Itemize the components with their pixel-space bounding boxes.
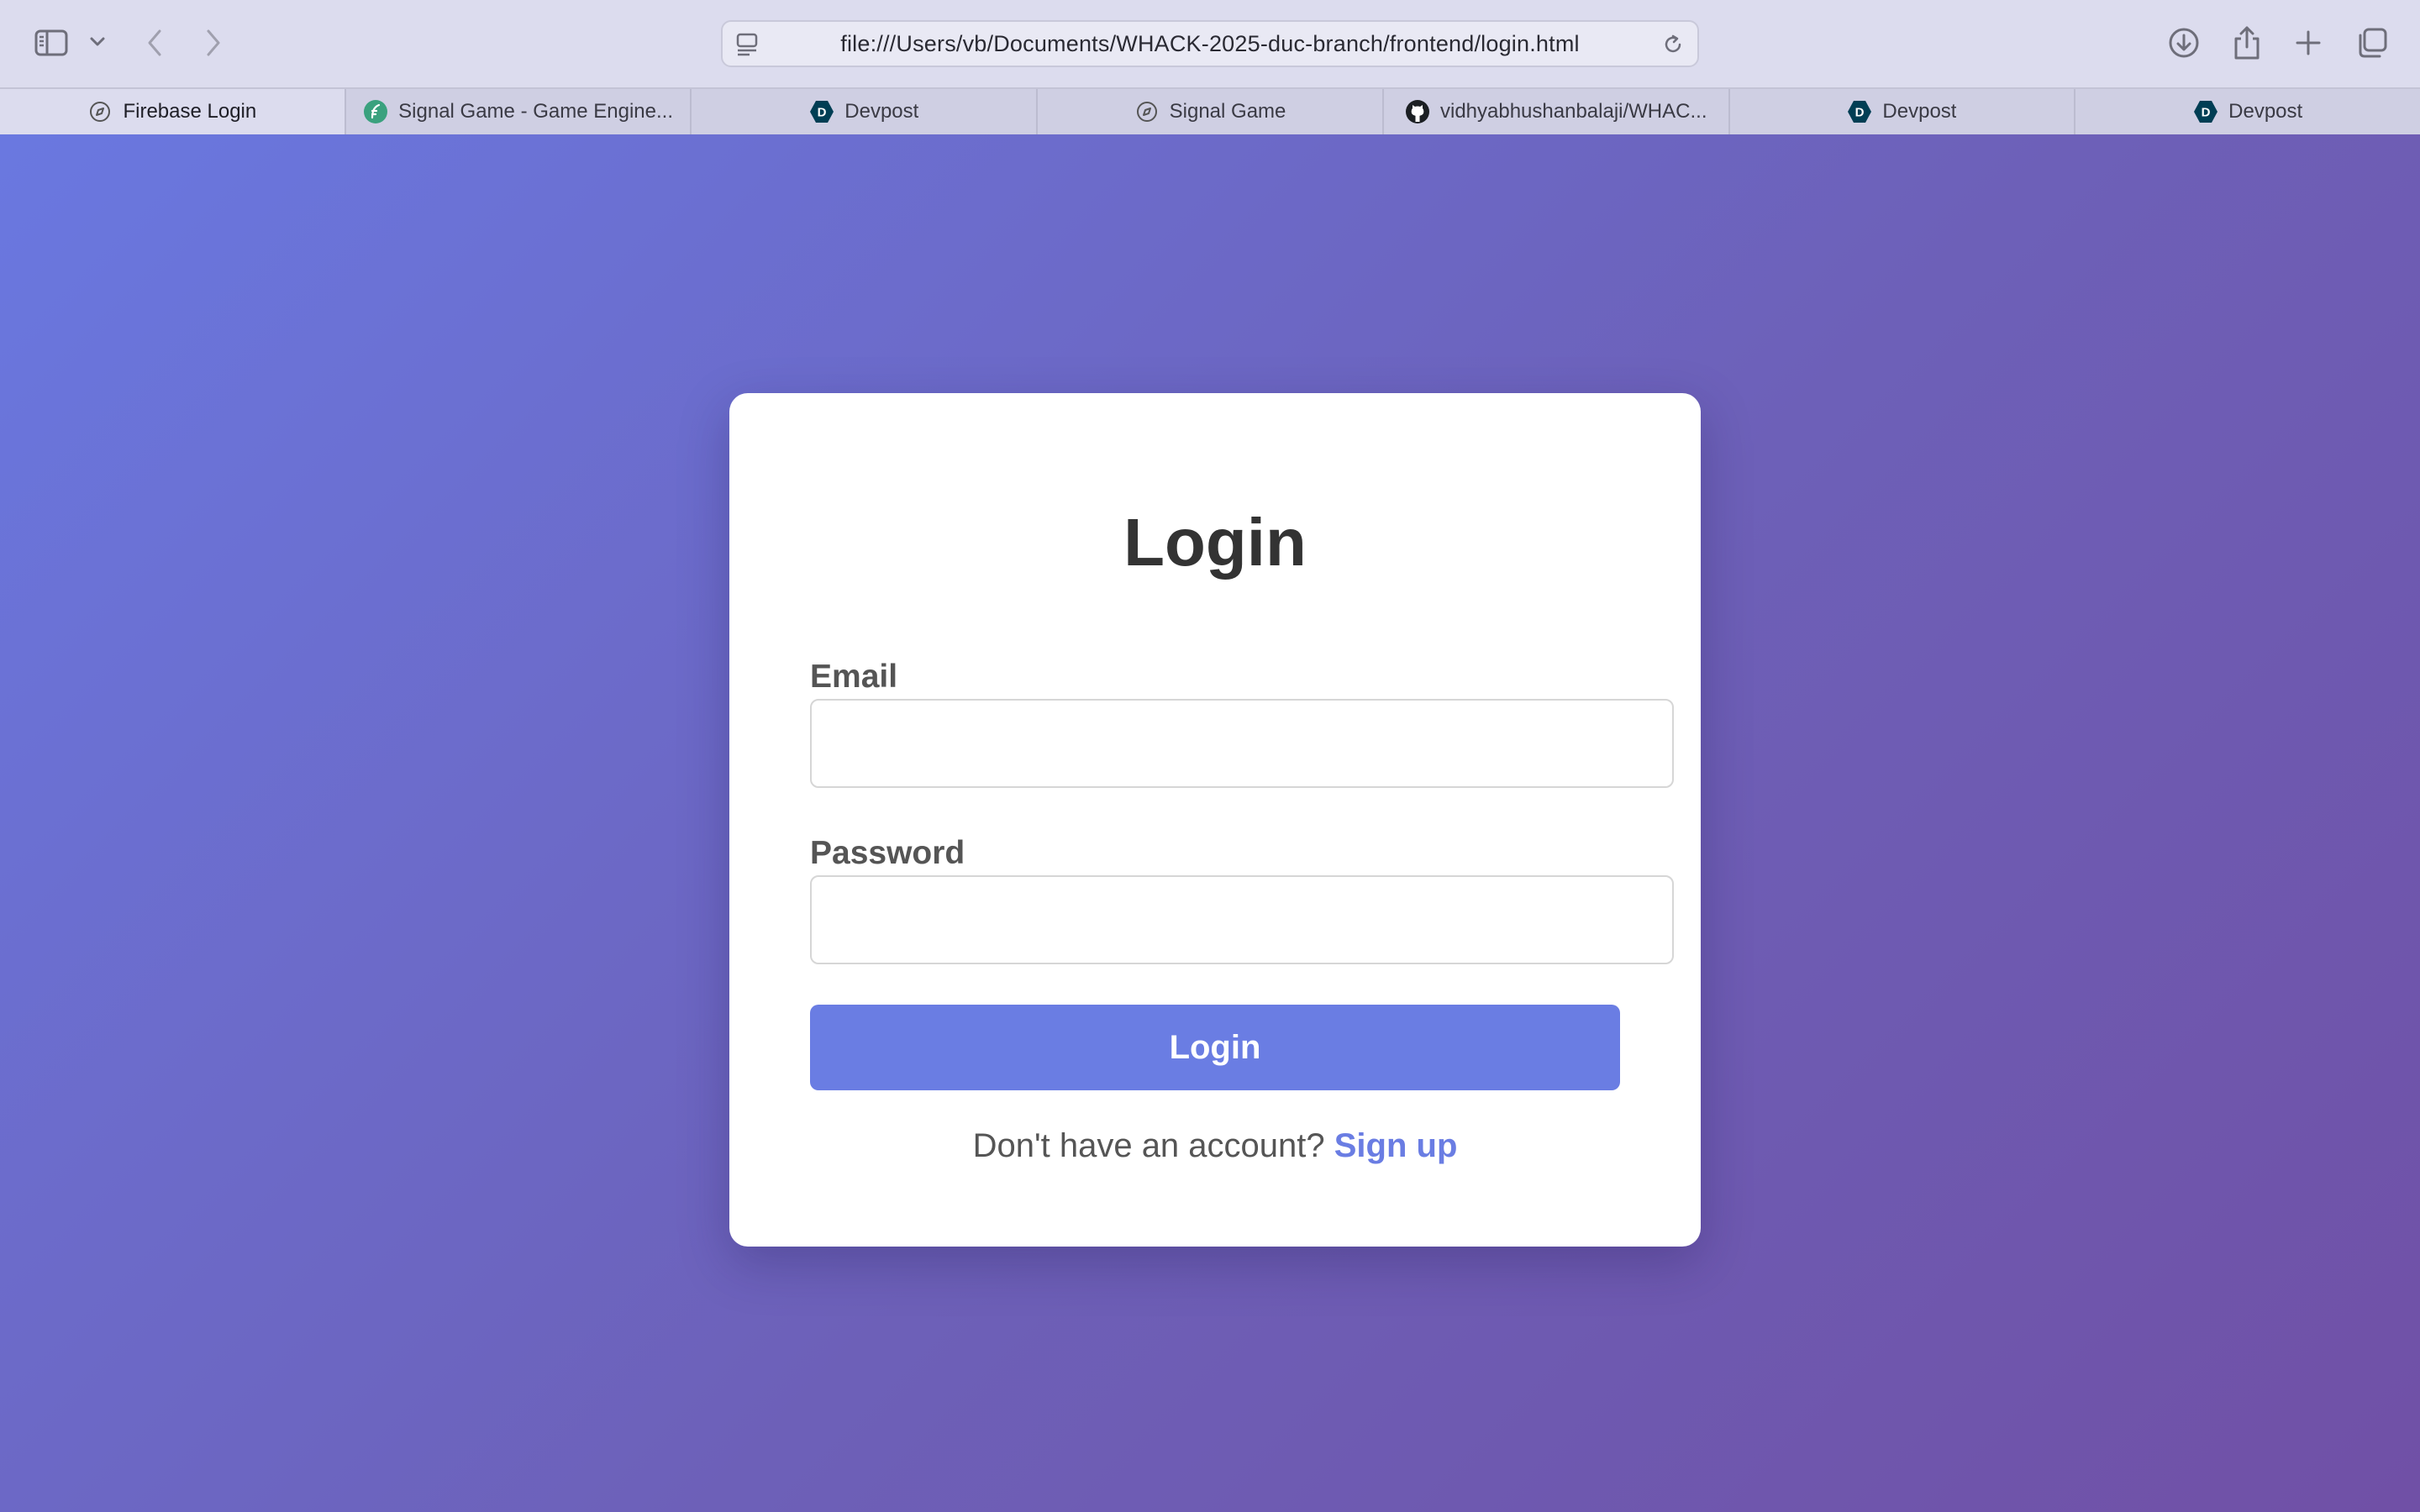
signup-link[interactable]: Sign up xyxy=(1334,1127,1458,1164)
address-bar[interactable]: file:///Users/vb/Documents/WHACK-2025-du… xyxy=(721,20,1699,67)
compass-icon xyxy=(87,99,113,124)
svg-text:D: D xyxy=(2202,106,2211,120)
signup-row: Don't have an account? Sign up xyxy=(729,1129,1701,1163)
svg-text:D: D xyxy=(1855,106,1865,120)
tab-signal-game[interactable]: Signal Game xyxy=(1038,89,1384,134)
github-icon xyxy=(1405,99,1430,124)
password-field[interactable] xyxy=(810,875,1674,964)
devpost-icon: D xyxy=(1847,99,1872,124)
login-card: Login Email Password Login Don't have an… xyxy=(729,393,1701,1247)
login-title: Login xyxy=(1123,505,1307,580)
tab-label: Devpost xyxy=(1882,100,1957,123)
chevron-left-icon[interactable] xyxy=(141,25,168,60)
chevron-right-icon[interactable] xyxy=(200,25,227,60)
tab-signal-game-engine[interactable]: Signal Game - Game Engine... xyxy=(346,89,692,134)
plus-icon[interactable] xyxy=(2292,27,2324,59)
email-field[interactable] xyxy=(810,699,1674,788)
page-background: Login Email Password Login Don't have an… xyxy=(0,134,2420,1512)
tab-overview-icon[interactable] xyxy=(2354,25,2390,60)
signup-prompt: Don't have an account? xyxy=(972,1127,1334,1164)
tab-label: Firebase Login xyxy=(123,100,257,123)
tab-label: Signal Game - Game Engine... xyxy=(398,100,673,123)
reload-icon[interactable] xyxy=(1660,32,1686,57)
tab-label: vidhyabhushanbalaji/WHAC... xyxy=(1439,100,1707,123)
compass-icon xyxy=(1134,99,1160,124)
email-label: Email xyxy=(810,659,898,695)
chevron-down-icon[interactable] xyxy=(87,32,108,52)
tab-devpost-1[interactable]: D Devpost xyxy=(692,89,1039,134)
tab-label: Devpost xyxy=(844,100,919,123)
tab-bar: Firebase Login Signal Game - Game Engine… xyxy=(0,87,2420,134)
tab-label: Devpost xyxy=(2228,100,2303,123)
devpost-icon: D xyxy=(809,99,834,124)
tab-github-repo[interactable]: vidhyabhushanbalaji/WHAC... xyxy=(1384,89,1730,134)
feather-icon xyxy=(363,99,388,124)
url-text: file:///Users/vb/Documents/WHACK-2025-du… xyxy=(840,30,1580,56)
login-button[interactable]: Login xyxy=(810,1005,1620,1090)
svg-text:D: D xyxy=(818,106,827,120)
sidebar-icon[interactable] xyxy=(32,25,71,60)
tab-devpost-2[interactable]: D Devpost xyxy=(1730,89,2076,134)
download-icon[interactable] xyxy=(2166,25,2202,60)
tab-firebase-login[interactable]: Firebase Login xyxy=(0,89,346,134)
tab-label: Signal Game xyxy=(1169,100,1286,123)
password-label: Password xyxy=(810,835,965,871)
devpost-icon: D xyxy=(2193,99,2218,124)
tab-devpost-3[interactable]: D Devpost xyxy=(2075,89,2420,134)
share-icon[interactable] xyxy=(2230,24,2264,62)
browser-toolbar: file:///Users/vb/Documents/WHACK-2025-du… xyxy=(0,0,2420,87)
